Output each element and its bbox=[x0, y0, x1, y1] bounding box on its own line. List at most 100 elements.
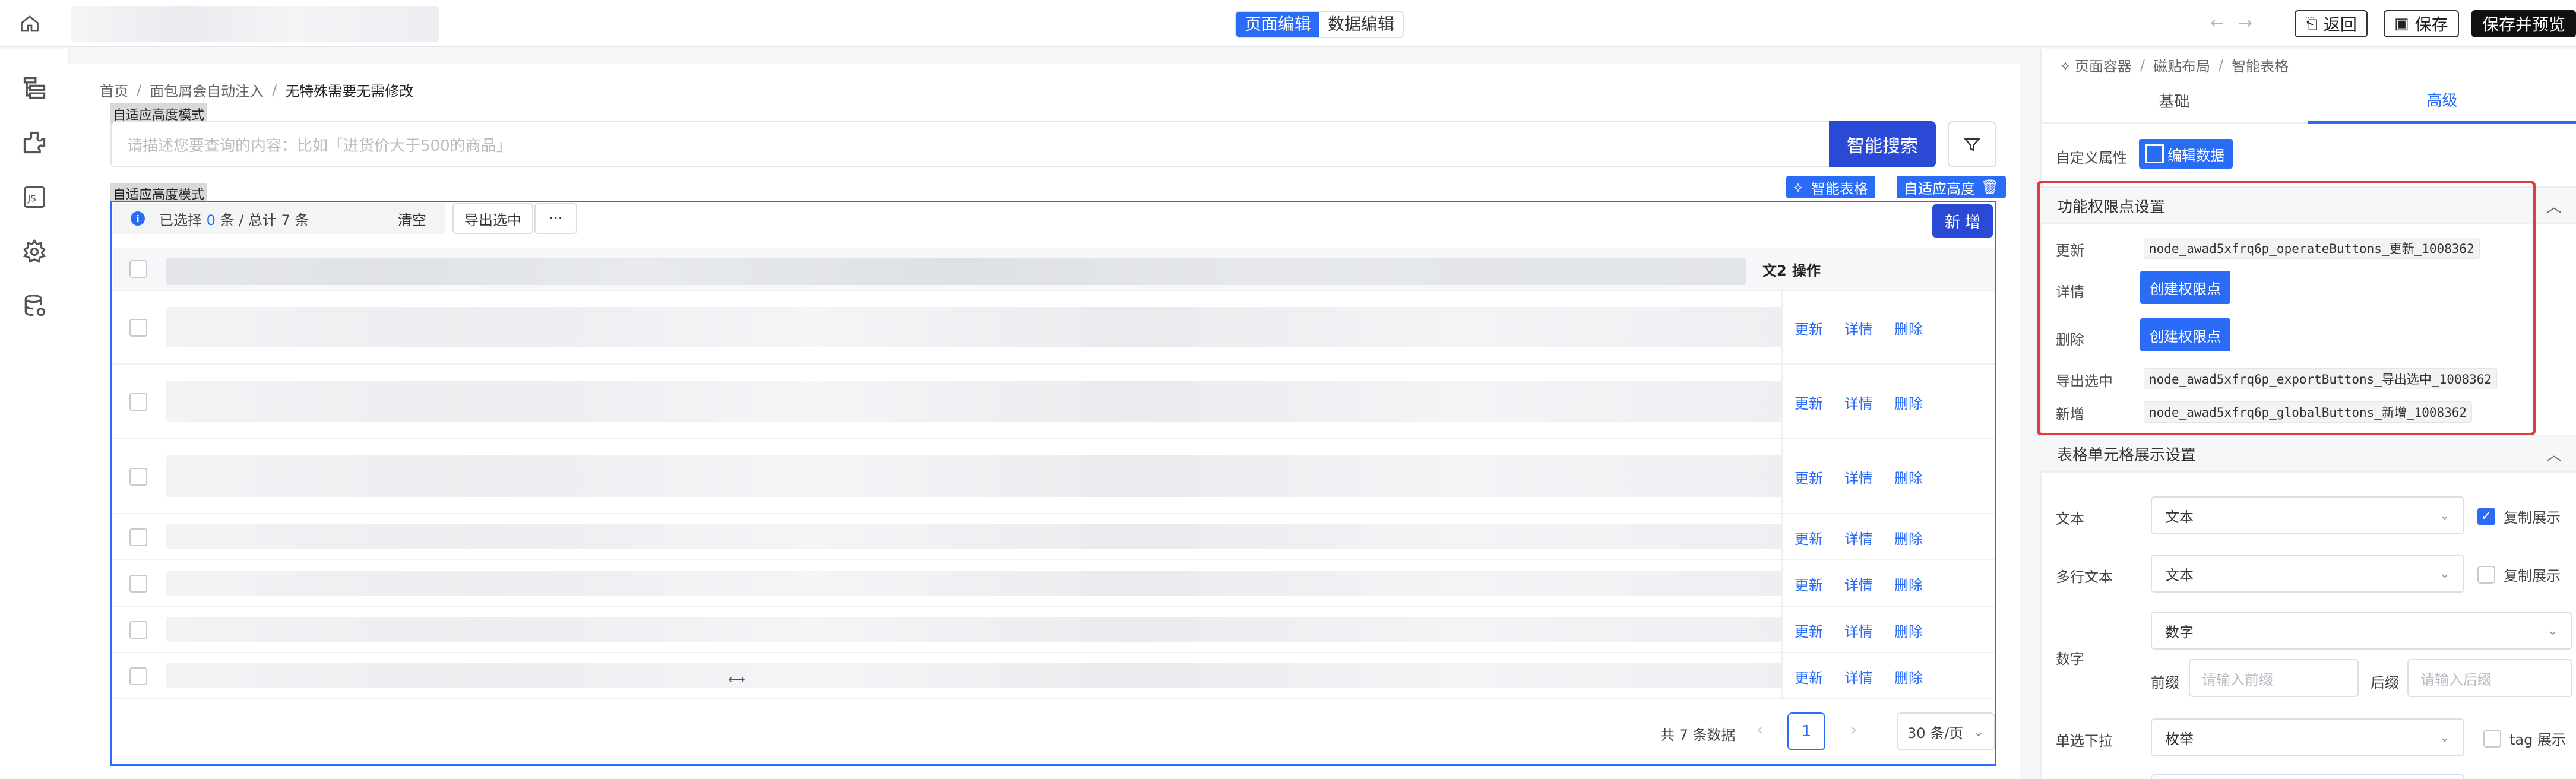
select-all-checkbox[interactable] bbox=[129, 260, 147, 278]
collapse-caret-icon: ︿ bbox=[2546, 198, 2562, 216]
tab-advanced[interactable]: 高级 bbox=[2308, 81, 2576, 124]
left-toolbar bbox=[0, 49, 69, 779]
adaptive-height-chip[interactable]: 自适应高度 🗑 bbox=[1897, 176, 2007, 198]
checkbox-checked[interactable]: ✓ bbox=[2477, 507, 2495, 525]
text-copy-label: 复制展示 bbox=[2504, 509, 2561, 526]
redo-icon[interactable]: → bbox=[2238, 13, 2252, 33]
row-update-link[interactable]: 更新 bbox=[1795, 318, 1823, 338]
table-row: 更新 详情 删除 bbox=[113, 607, 1995, 653]
next-select-partial[interactable] bbox=[2151, 774, 2464, 779]
page-title-blurred bbox=[71, 6, 439, 42]
row-checkbox[interactable] bbox=[129, 393, 147, 411]
row-delete-link[interactable]: 删除 bbox=[1894, 666, 1923, 687]
js-code-icon[interactable]: JS bbox=[21, 184, 48, 210]
row-detail-link[interactable]: 详情 bbox=[1844, 666, 1873, 687]
filter-icon bbox=[1963, 138, 1981, 152]
info-icon: i bbox=[131, 211, 145, 226]
selection-prefix: 已选择 bbox=[159, 211, 202, 229]
row-update-link[interactable]: 更新 bbox=[1795, 574, 1823, 594]
panel-breadcrumb-item[interactable]: 磁贴布局 bbox=[2153, 55, 2210, 75]
cell-section-header[interactable]: 表格单元格展示设置 ︿ bbox=[2040, 435, 2576, 473]
back-button[interactable]: ⎗ 返回 bbox=[2295, 10, 2368, 37]
row-checkbox[interactable] bbox=[129, 319, 147, 337]
suffix-input[interactable]: 请输入后缀 bbox=[2407, 659, 2572, 697]
row-actions: 更新 详情 删除 bbox=[1781, 291, 1995, 365]
column-header-wen: 文2 bbox=[1762, 262, 1787, 279]
row-update-link[interactable]: 更新 bbox=[1795, 666, 1823, 687]
database-icon[interactable] bbox=[21, 293, 48, 319]
tab-basic[interactable]: 基础 bbox=[2040, 82, 2308, 122]
components-icon[interactable] bbox=[21, 129, 48, 156]
smart-table-chip[interactable]: ⟡ 智能表格 bbox=[1786, 176, 1875, 198]
row-checkbox[interactable] bbox=[129, 667, 147, 685]
tab-data-edit[interactable]: 数据编辑 bbox=[1319, 12, 1403, 37]
row-content-blurred bbox=[166, 663, 1781, 689]
cell-single-select[interactable]: 枚举 ⌄ bbox=[2151, 718, 2464, 756]
cell-text-select[interactable]: 文本 ⌄ bbox=[2151, 496, 2464, 534]
smart-search-input[interactable]: 请描述您要查询的内容：比如「进货价大于500的商品」 bbox=[110, 121, 1830, 167]
table-row: 更新 详情 删除 bbox=[113, 365, 1995, 439]
back-label: 返回 bbox=[2323, 15, 2357, 34]
prefix-input[interactable]: 请输入前缀 bbox=[2189, 659, 2359, 697]
more-actions-button[interactable]: ··· bbox=[534, 203, 577, 234]
tag-display-label: tag 展示 bbox=[2509, 732, 2566, 748]
pager-prev-icon[interactable]: ‹ bbox=[1757, 720, 1763, 739]
export-selected-button[interactable]: 导出选中 bbox=[452, 203, 533, 234]
pager-next-icon[interactable]: › bbox=[1850, 720, 1857, 739]
row-detail-link[interactable]: 详情 bbox=[1844, 318, 1873, 338]
pager-page-1[interactable]: 1 bbox=[1787, 712, 1825, 750]
cell-multiline-select[interactable]: 文本 ⌄ bbox=[2151, 555, 2464, 593]
row-actions: 更新 详情 删除 bbox=[1781, 514, 1995, 560]
smart-search-button[interactable]: 智能搜索 bbox=[1829, 121, 1936, 167]
breadcrumb-item[interactable]: 面包屑会自动注入 bbox=[150, 80, 264, 100]
filter-button[interactable] bbox=[1948, 121, 1996, 167]
row-delete-link[interactable]: 删除 bbox=[1894, 574, 1923, 594]
row-delete-link[interactable]: 删除 bbox=[1894, 620, 1923, 641]
multiline-copy-toggle[interactable]: 复制展示 bbox=[2477, 564, 2561, 585]
custom-attr-label: 自定义属性 bbox=[2056, 150, 2127, 166]
cell-single-select-label: 单选下拉 bbox=[2056, 733, 2113, 749]
checkbox-unchecked[interactable] bbox=[2477, 565, 2495, 584]
edit-data-button[interactable]: 编辑数据 bbox=[2139, 139, 2233, 169]
cell-multiline-label: 多行文本 bbox=[2056, 569, 2113, 585]
row-checkbox[interactable] bbox=[129, 528, 147, 546]
row-delete-link[interactable]: 删除 bbox=[1894, 392, 1923, 413]
row-update-link[interactable]: 更新 bbox=[1795, 620, 1823, 641]
outline-tree-icon[interactable] bbox=[21, 75, 48, 101]
row-detail-link[interactable]: 详情 bbox=[1844, 574, 1873, 594]
edit-pen-icon bbox=[2145, 144, 2164, 163]
row-delete-link[interactable]: 删除 bbox=[1894, 318, 1923, 338]
home-icon[interactable] bbox=[19, 13, 40, 34]
clear-selection-button[interactable]: 清空 bbox=[398, 208, 426, 229]
settings-gear-icon[interactable] bbox=[21, 239, 48, 265]
text-copy-toggle[interactable]: ✓ 复制展示 bbox=[2477, 506, 2561, 527]
row-update-link[interactable]: 更新 bbox=[1795, 467, 1823, 487]
row-update-link[interactable]: 更新 bbox=[1795, 392, 1823, 413]
breadcrumb-home[interactable]: 首页 bbox=[100, 80, 128, 100]
row-checkbox[interactable] bbox=[129, 621, 147, 639]
row-checkbox[interactable] bbox=[129, 468, 147, 486]
checkbox-unchecked[interactable] bbox=[2483, 729, 2501, 748]
row-detail-link[interactable]: 详情 bbox=[1844, 620, 1873, 641]
row-update-link[interactable]: 更新 bbox=[1795, 527, 1823, 548]
row-checkbox[interactable] bbox=[129, 575, 147, 593]
tab-page-edit[interactable]: 页面编辑 bbox=[1236, 12, 1320, 37]
row-detail-link[interactable]: 详情 bbox=[1844, 467, 1873, 487]
undo-icon[interactable]: ← bbox=[2210, 13, 2224, 33]
row-delete-link[interactable]: 删除 bbox=[1894, 467, 1923, 487]
tag-display-toggle[interactable]: tag 展示 bbox=[2483, 728, 2566, 749]
row-delete-link[interactable]: 删除 bbox=[1894, 527, 1923, 548]
back-icon: ⎗ bbox=[2305, 14, 2318, 33]
save-button[interactable]: ▣ 保存 bbox=[2384, 10, 2459, 37]
row-detail-link[interactable]: 详情 bbox=[1844, 527, 1873, 548]
row-detail-link[interactable]: 详情 bbox=[1844, 392, 1873, 413]
smart-table-icon: ⟡ bbox=[1793, 179, 1803, 195]
page-size-select[interactable]: 30 条/页 ⌄ bbox=[1897, 712, 1995, 750]
panel-breadcrumb-item[interactable]: 页面容器 bbox=[2075, 55, 2132, 75]
cell-number-select[interactable]: 数字 ⌄ bbox=[2151, 612, 2572, 650]
breadcrumb-separator: / bbox=[137, 81, 142, 99]
save-preview-button[interactable]: 保存并预览 bbox=[2471, 10, 2576, 37]
suffix-label: 后缀 bbox=[2371, 674, 2399, 691]
delete-trash-icon[interactable]: 🗑 bbox=[1981, 179, 1999, 195]
add-new-button[interactable]: 新 增 bbox=[1932, 204, 1993, 238]
